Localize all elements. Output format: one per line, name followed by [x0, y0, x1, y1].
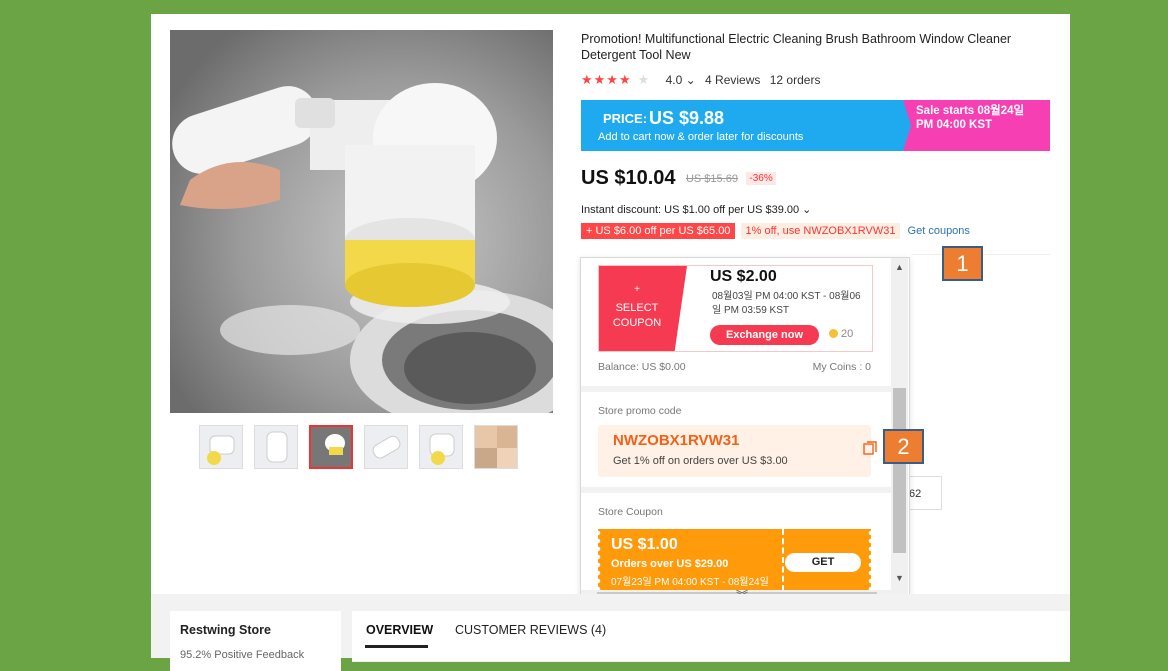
balance-text: Balance: US $0.00	[598, 361, 686, 373]
instant-discount[interactable]: Instant discount: US $1.00 off per US $3…	[581, 203, 811, 216]
vertical-scrollbar[interactable]: ▲ ▼	[891, 258, 908, 590]
thumbnail-4[interactable]	[364, 425, 408, 469]
coin-coupon-dates: 08월03일 PM 04:00 KST - 08월06일 PM 03:59 KS…	[712, 291, 861, 316]
store-coupon-condition: Orders over US $29.00	[611, 558, 729, 570]
callout-2: 2	[883, 429, 924, 464]
thumbnail-1[interactable]	[199, 425, 243, 469]
thumbnail-6[interactable]	[474, 425, 518, 469]
banner-price-section: PRICE: US $9.88 Add to cart now & order …	[581, 100, 911, 151]
exchange-now-button[interactable]: Exchange now	[710, 325, 819, 345]
promo-code-description: Get 1% off on orders over US $3.00	[613, 455, 788, 467]
banner-sale-section: Sale starts 08월24일 PM 04:00 KST	[903, 100, 1050, 151]
rating-row: ★★★★ ★ 4.0 ⌄ 4 Reviews 12 orders	[581, 72, 826, 88]
store-name[interactable]: Restwing Store	[180, 623, 271, 637]
detail-tabs: OVERVIEW CUSTOMER REVIEWS (4)	[352, 611, 1070, 662]
current-price: US $10.04	[581, 167, 676, 189]
promo-banner: PRICE: US $9.88 Add to cart now & order …	[581, 100, 1050, 151]
balance-row: Balance: US $0.00 My Coins : 0	[598, 361, 871, 373]
rating-stars: ★★★★ ★	[581, 72, 651, 87]
get-coupons-link[interactable]: Get coupons	[908, 225, 970, 237]
select-coupon-line1: SELECT	[615, 302, 659, 314]
coupon-popup: + SELECT COUPON US $2.00 08월03일 PM 04:00…	[580, 257, 910, 607]
promo-code-box: NWZOBX1RVW31 Get 1% off on orders over U…	[598, 425, 877, 477]
banner-price: US $9.88	[649, 108, 725, 128]
store-card: Restwing Store 95.2% Positive Feedback	[170, 611, 341, 671]
store-coupon-dates: 07월23일 PM 04:00 KST - 08월24일	[611, 577, 769, 588]
store-coupon-card: US $1.00 Orders over US $29.00 07월23일 PM…	[598, 529, 871, 590]
wishlist-count: 62	[909, 488, 922, 500]
thumbnail-5[interactable]	[419, 425, 463, 469]
thumbnail-3[interactable]	[309, 425, 353, 469]
banner-price-label: PRICE:	[603, 111, 648, 126]
thumbnail-2[interactable]	[254, 425, 298, 469]
store-discount-tag[interactable]: + US $6.00 off per US $65.00	[581, 223, 736, 239]
product-title: Promotion! Multifunctional Electric Clea…	[581, 32, 1012, 62]
coin-cost: 20	[829, 328, 853, 340]
section-separator	[581, 386, 891, 392]
copy-icon[interactable]	[863, 441, 877, 455]
select-coupon-line2: COUPON	[612, 317, 662, 329]
store-coupon-label: Store Coupon	[598, 506, 663, 518]
active-tab-indicator	[365, 645, 428, 648]
promo-code-tag[interactable]: 1% off, use NWZOBX1RVW31	[740, 223, 901, 239]
coin-icon	[829, 329, 838, 338]
tab-customer-reviews[interactable]: CUSTOMER REVIEWS (4)	[455, 623, 606, 637]
callout-1: 1	[942, 246, 983, 281]
discount-badge: -36%	[746, 172, 776, 185]
section-separator	[581, 487, 891, 493]
scroll-down-icon[interactable]: ▼	[895, 573, 904, 583]
banner-subtitle: Add to cart now & order later for discou…	[598, 131, 804, 143]
store-coupon-amount: US $1.00	[611, 536, 678, 553]
main-product-image[interactable]	[170, 30, 553, 413]
coin-cost-value: 20	[841, 328, 854, 340]
select-coupon-text: SELECT COUPON	[599, 301, 675, 331]
promo-code-value: NWZOBX1RVW31	[613, 432, 740, 449]
original-price: US $15.69	[685, 172, 738, 185]
coin-coupon-amount: US $2.00	[710, 268, 777, 285]
store-feedback: 95.2% Positive Feedback	[180, 649, 305, 661]
price-row: US $10.04 US $15.69 -36%	[581, 167, 776, 190]
sale-start-text: Sale starts 08월24일 PM 04:00 KST	[916, 105, 1025, 131]
select-coupon-badge[interactable]: + SELECT COUPON	[599, 266, 687, 351]
my-coins-text: My Coins : 0	[812, 361, 871, 373]
rating-value[interactable]: 4.0 ⌄	[666, 73, 696, 87]
store-promo-label: Store promo code	[598, 405, 682, 417]
coupon-edge-right	[867, 529, 871, 590]
orders-count: 12 orders	[769, 73, 821, 87]
scroll-up-icon[interactable]: ▲	[895, 262, 904, 272]
get-coupon-button[interactable]: GET	[785, 553, 861, 572]
coupon-tags: + US $6.00 off per US $65.00 1% off, use…	[581, 223, 970, 239]
store-coupon-details: US $1.00 Orders over US $29.00 07월23일 PM…	[598, 529, 784, 590]
vertical-scroll-thumb[interactable]	[893, 388, 906, 553]
product-page: Promotion! Multifunctional Electric Clea…	[151, 14, 1070, 658]
plus-icon: +	[634, 284, 640, 295]
coupon-popup-content: + SELECT COUPON US $2.00 08월03일 PM 04:00…	[581, 258, 891, 590]
reviews-count[interactable]: 4 Reviews	[705, 73, 760, 87]
tab-overview[interactable]: OVERVIEW	[366, 623, 433, 637]
coin-coupon-card: + SELECT COUPON US $2.00 08월03일 PM 04:00…	[598, 265, 873, 352]
